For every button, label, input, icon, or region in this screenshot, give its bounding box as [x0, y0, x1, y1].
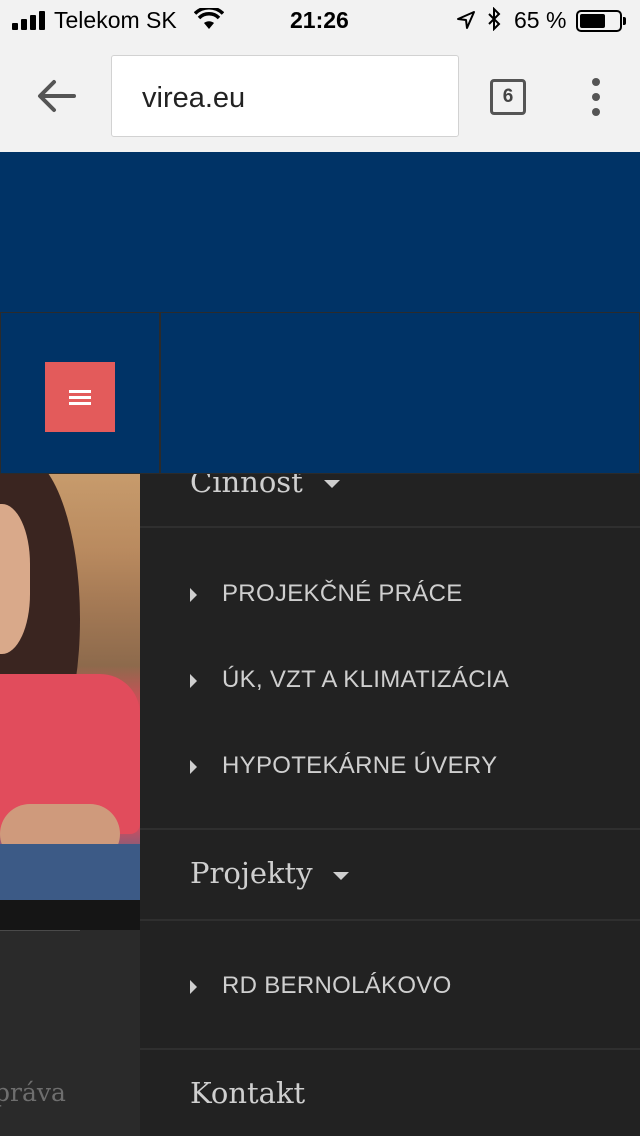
menu-item-label: RD BERNOLÁKOVO	[222, 972, 452, 999]
hero-photo	[0, 474, 140, 900]
hamburger-menu-icon	[69, 390, 91, 393]
carrier-name: Telekom SK	[54, 7, 177, 33]
battery-percent: 65 %	[514, 7, 567, 33]
clock: 21:26	[290, 7, 349, 33]
site-header	[0, 152, 640, 474]
tab-switcher-button[interactable]: 6	[490, 79, 526, 115]
chevron-down-icon[interactable]	[324, 480, 340, 488]
photo-caption-strip	[0, 900, 140, 930]
status-bar: Telekom SK 21:26 65 %	[0, 0, 640, 40]
menu-item-label: ÚK, VZT A KLIMATIZÁCIA	[222, 666, 510, 693]
address-bar[interactable]: virea.eu	[111, 55, 459, 137]
wifi-icon	[193, 6, 225, 36]
signal-icon	[12, 10, 46, 30]
menu-item-label: HYPOTEKÁRNE ÚVERY	[222, 752, 498, 779]
header-cell	[159, 312, 640, 474]
overflow-menu-icon[interactable]	[588, 78, 604, 118]
menu-item-label: PROJEKČNÉ PRÁCE	[222, 580, 463, 607]
chevron-right-icon	[190, 674, 197, 688]
battery-icon	[576, 10, 626, 32]
chevron-right-icon	[190, 588, 197, 602]
off-canvas-menu: Činnosť PROJEKČNÉ PRÁCE ÚK, VZT A KLIMAT…	[140, 474, 640, 1136]
menu-heading-projekty[interactable]: Projekty	[190, 856, 313, 890]
footer-text: práva	[0, 1078, 66, 1107]
bluetooth-icon	[486, 6, 502, 37]
hamburger-menu-button[interactable]	[45, 362, 115, 432]
chevron-right-icon	[190, 980, 197, 994]
location-arrow-icon	[456, 9, 476, 36]
back-arrow-icon[interactable]	[34, 76, 78, 116]
browser-toolbar: virea.eu 6	[0, 40, 640, 152]
menu-heading-cinnost[interactable]: Činnosť	[190, 474, 303, 499]
menu-heading-kontakt[interactable]: Kontakt	[190, 1076, 305, 1110]
chevron-down-icon[interactable]	[333, 872, 349, 880]
chevron-right-icon	[190, 760, 197, 774]
